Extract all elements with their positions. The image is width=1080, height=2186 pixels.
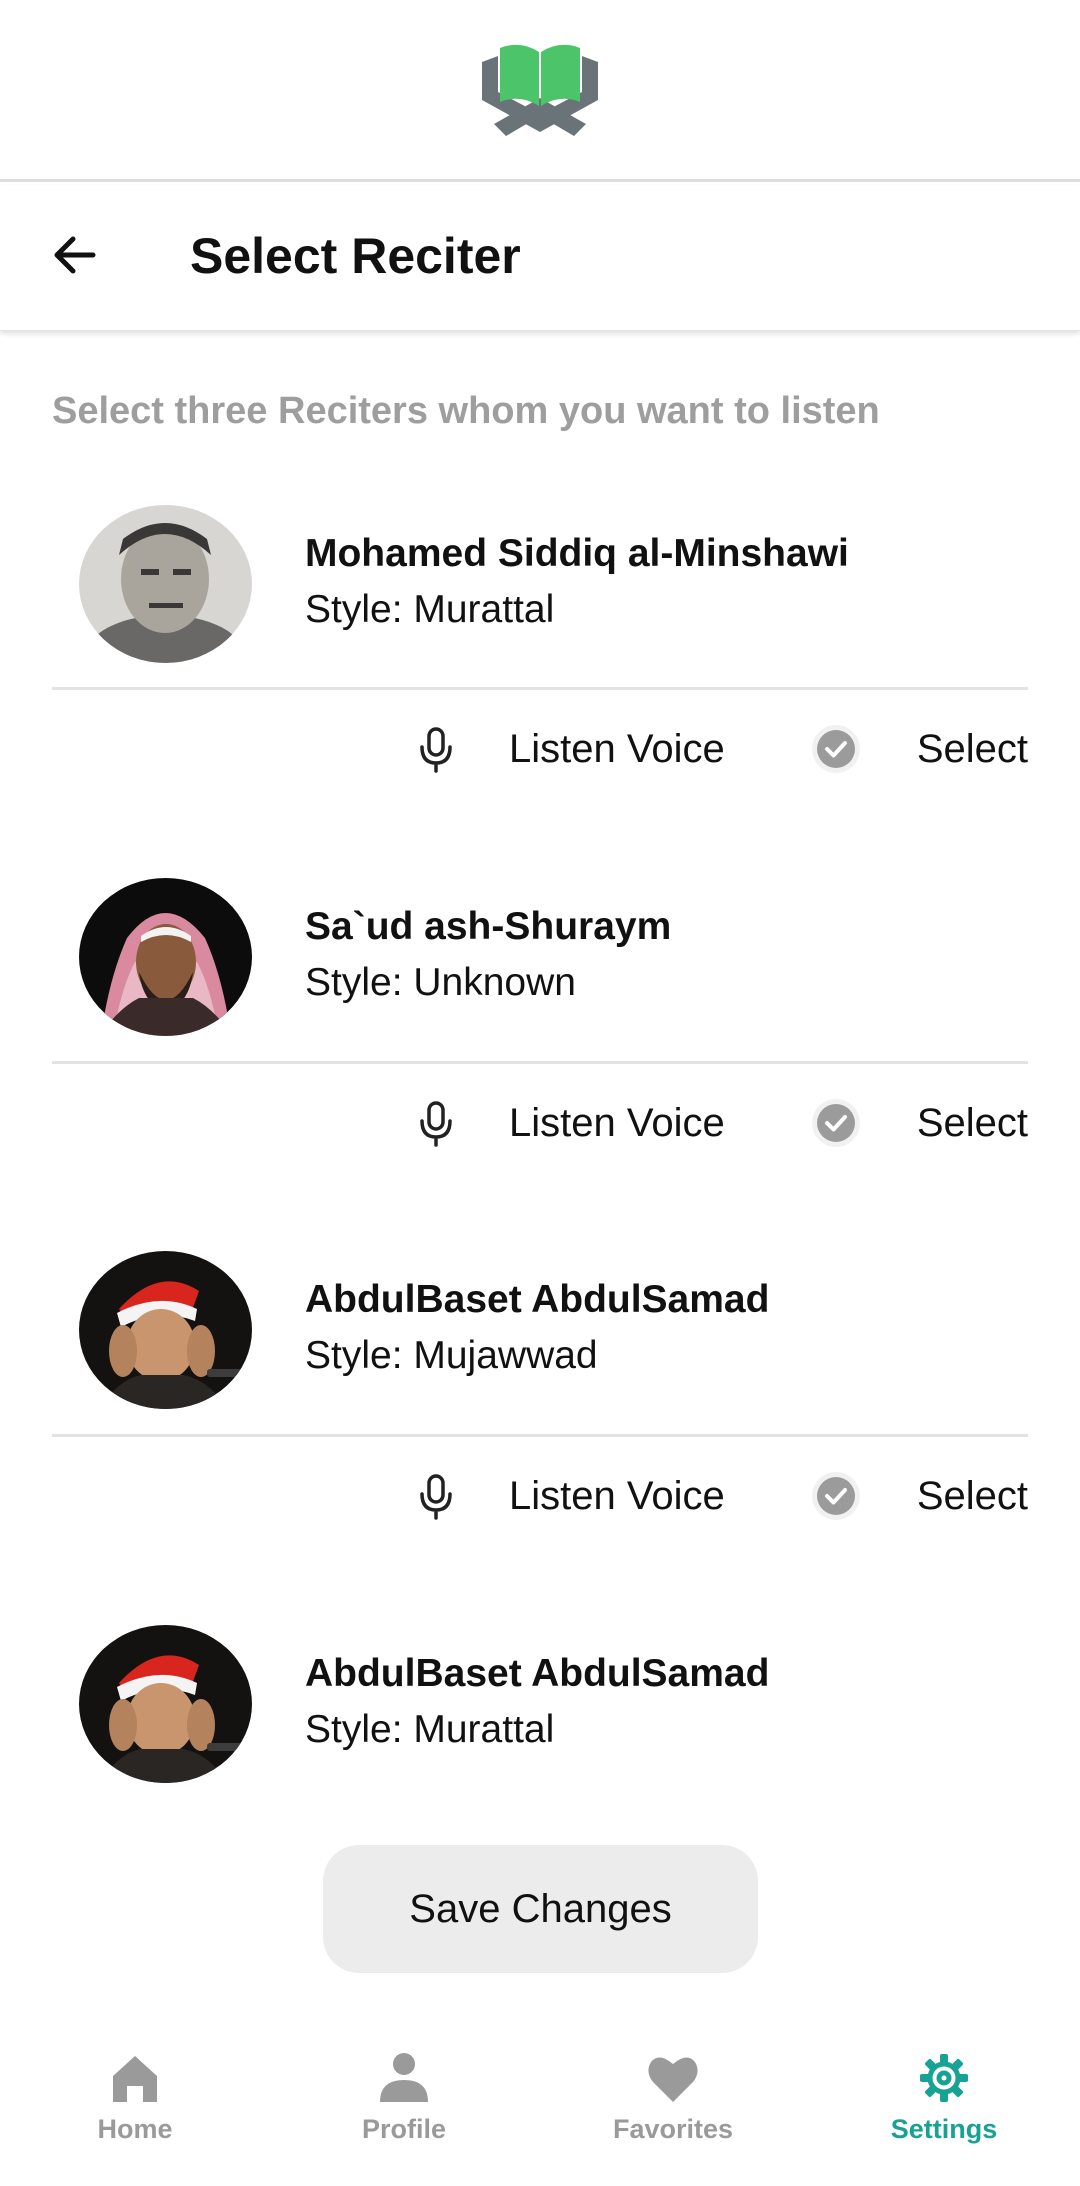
- nav-label: Home: [97, 2114, 173, 2144]
- reciter-name: AbdulBaset AbdulSamad: [305, 1278, 770, 1321]
- reciter-avatar: [79, 1251, 252, 1409]
- nav-label: Favorites: [612, 2114, 734, 2144]
- listen-voice-button[interactable]: Listen Voice: [509, 727, 725, 772]
- instruction-text: Select three Reciters whom you want to l…: [52, 390, 880, 432]
- logo-bar: [0, 0, 1080, 182]
- reciter-style: Style: Murattal: [305, 588, 555, 631]
- divider: [52, 687, 1028, 690]
- check-circle-icon[interactable]: [810, 1470, 862, 1522]
- nav-item-profile[interactable]: Profile: [324, 2050, 484, 2170]
- home-icon: [113, 2056, 157, 2102]
- page-title: Select Reciter: [190, 228, 521, 284]
- app-header: Select Reciter: [0, 185, 1080, 331]
- listen-voice-button[interactable]: Listen Voice: [509, 1101, 725, 1146]
- nav-item-home[interactable]: Home: [55, 2050, 215, 2170]
- quran-book-logo-icon: [482, 44, 598, 136]
- reciter-style: Style: Murattal: [305, 1708, 555, 1751]
- back-button[interactable]: [42, 223, 106, 287]
- arrow-left-icon: [54, 236, 96, 274]
- select-button[interactable]: Select: [917, 727, 1028, 772]
- reciter-style: Style: Mujawwad: [305, 1334, 598, 1377]
- microphone-icon[interactable]: [416, 1472, 456, 1520]
- person-icon: [380, 2053, 428, 2102]
- reciter-avatar: [79, 1625, 252, 1783]
- reciter-name: AbdulBaset AbdulSamad: [305, 1652, 770, 1695]
- reciter-avatar: [79, 878, 252, 1036]
- nav-item-settings[interactable]: Settings: [864, 2050, 1024, 2170]
- microphone-icon[interactable]: [416, 1099, 456, 1147]
- save-changes-button[interactable]: Save Changes: [323, 1845, 758, 1973]
- check-circle-icon[interactable]: [810, 1097, 862, 1149]
- reciter-avatar: [79, 505, 252, 663]
- select-button[interactable]: Select: [917, 1474, 1028, 1519]
- gear-icon: [920, 2054, 968, 2102]
- microphone-icon[interactable]: [416, 725, 456, 773]
- reciter-style: Style: Unknown: [305, 961, 576, 1004]
- heart-icon: [648, 2057, 698, 2102]
- check-circle-icon[interactable]: [810, 723, 862, 775]
- bottom-nav: Home Profile Favorites Settings: [0, 2030, 1080, 2186]
- select-button[interactable]: Select: [917, 1101, 1028, 1146]
- divider: [52, 1434, 1028, 1437]
- nav-label: Profile: [361, 2114, 447, 2144]
- divider: [52, 1061, 1028, 1064]
- nav-label: Settings: [890, 2114, 998, 2144]
- nav-item-favorites[interactable]: Favorites: [593, 2050, 753, 2170]
- reciter-name: Mohamed Siddiq al-Minshawi: [305, 532, 849, 575]
- reciter-name: Sa`ud ash-Shuraym: [305, 905, 672, 948]
- listen-voice-button[interactable]: Listen Voice: [509, 1474, 725, 1519]
